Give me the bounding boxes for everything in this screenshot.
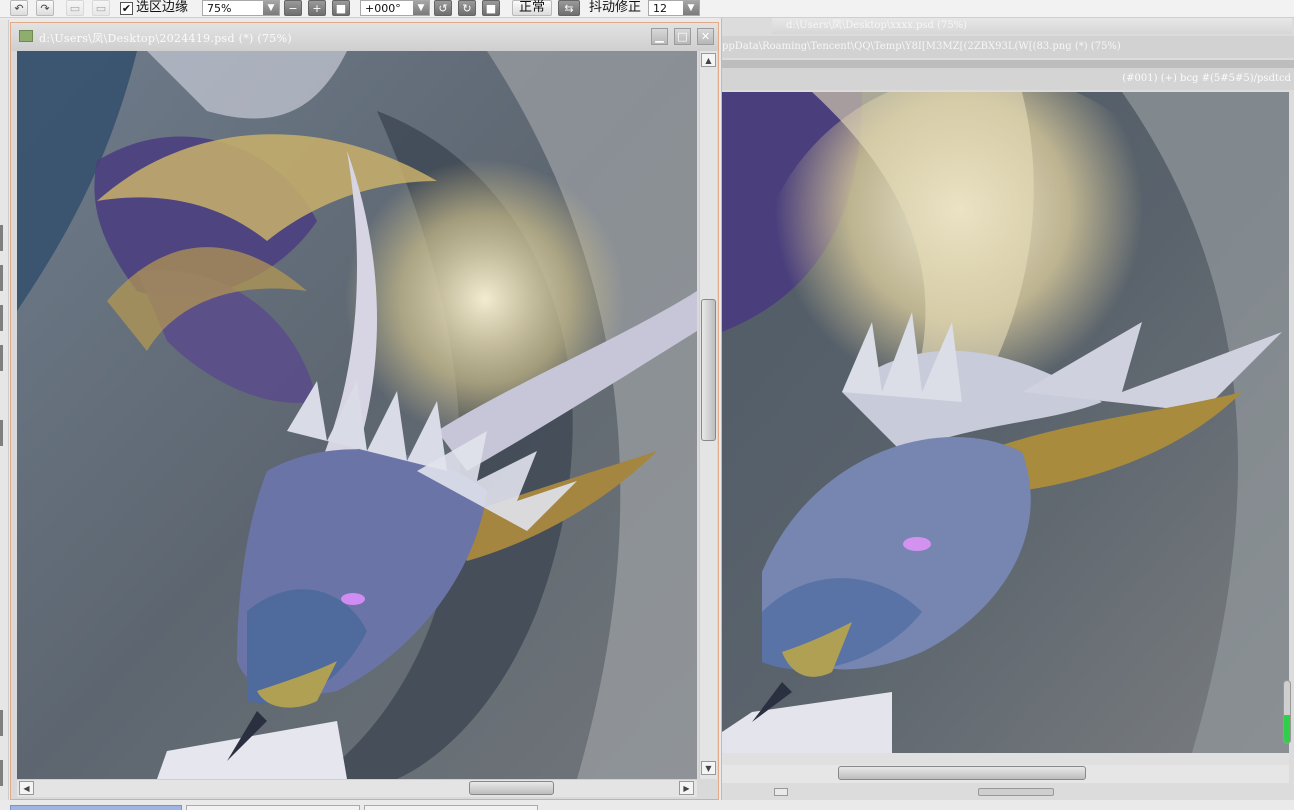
checkmark-icon: ✔ — [121, 1, 132, 15]
deselect-button[interactable]: ▭ — [66, 0, 84, 16]
document-title-bar[interactable]: d:\Users\凤\Desktop\2024419.psd (*) (75%)… — [11, 23, 718, 51]
strip-marker — [0, 760, 3, 786]
minimize-icon: ▁ — [655, 30, 664, 43]
bottom-tab-strip — [0, 800, 1294, 810]
reset-icon: ■ — [335, 1, 347, 15]
chevron-down-icon[interactable]: ▼ — [263, 1, 279, 15]
stabilizer-label: 抖动修正 — [589, 0, 642, 15]
close-icon: ✕ — [700, 30, 711, 43]
dragon-artwork — [17, 51, 697, 779]
selection-edge-toggle[interactable]: ✔ 选区边缘 — [120, 0, 188, 16]
stabilizer-value: 12 — [653, 1, 667, 15]
reference-gap — [722, 753, 1289, 765]
scroll-right-button[interactable]: ▶ — [679, 781, 694, 795]
reference-horizontal-scrollbar[interactable] — [722, 765, 1289, 783]
zoom-in-button[interactable]: + — [308, 0, 326, 16]
selection-edge-label: 选区边缘 — [136, 0, 189, 15]
maximize-icon: □ — [677, 30, 688, 43]
deselect-icon: ▭ — [69, 1, 81, 15]
vertical-scrollbar[interactable]: ▲ ▼ — [699, 51, 717, 779]
undo-icon: ↶ — [14, 1, 24, 15]
undo-button[interactable]: ↶ — [10, 0, 28, 16]
tab-document-3[interactable] — [364, 805, 538, 810]
reference-window: d:\Users\凤\Desktop\xxxx.psd (75%) ppData… — [721, 18, 1294, 800]
minus-icon: − — [288, 1, 298, 15]
rotate-left-button[interactable]: ↺ — [434, 0, 452, 16]
chevron-down-icon[interactable]: ▼ — [683, 1, 699, 15]
rotation-select[interactable]: +000° ▼ — [360, 0, 430, 16]
close-button[interactable]: ✕ — [697, 28, 714, 45]
tab-document-2[interactable] — [186, 805, 360, 810]
reset-icon: ■ — [485, 1, 497, 15]
invert-selection-icon: ▭ — [95, 1, 107, 15]
reference-slider-fill — [1284, 715, 1290, 743]
strip-marker — [0, 225, 3, 251]
blend-mode-button[interactable]: 正常 — [512, 0, 553, 16]
reference-mini-button[interactable] — [774, 788, 788, 796]
rotate-reset-button[interactable]: ■ — [482, 0, 500, 16]
zoom-value: 75% — [207, 1, 232, 15]
invert-selection-button[interactable]: ▭ — [92, 0, 110, 16]
vertical-scroll-thumb[interactable] — [701, 299, 716, 441]
document-title: d:\Users\凤\Desktop\2024419.psd (*) (75%) — [39, 32, 292, 45]
arrow-left-icon: ◀ — [23, 783, 30, 793]
strip-marker — [0, 710, 3, 736]
zoom-reset-button[interactable]: ■ — [332, 0, 350, 16]
flip-horizontal-button[interactable]: ⇆ — [558, 0, 580, 16]
rotate-right-button[interactable]: ↻ — [458, 0, 476, 16]
rotate-left-icon: ↺ — [438, 1, 448, 15]
arrow-down-icon: ▼ — [705, 763, 712, 773]
redo-icon: ↷ — [40, 1, 50, 15]
reference-artwork — [722, 92, 1289, 753]
strip-marker — [0, 420, 3, 446]
reference-scroll-thumb[interactable] — [838, 766, 1086, 780]
reference-slider[interactable] — [1283, 680, 1291, 744]
reference-bottom-bar — [722, 785, 1294, 800]
plus-icon: + — [312, 1, 322, 15]
redo-button[interactable]: ↷ — [36, 0, 54, 16]
arrow-up-icon: ▲ — [705, 55, 712, 65]
chevron-down-icon[interactable]: ▼ — [413, 1, 429, 15]
flip-icon: ⇆ — [564, 1, 574, 15]
rotate-right-icon: ↻ — [462, 1, 472, 15]
minimize-button[interactable]: ▁ — [651, 28, 668, 45]
reference-secondary-thumb[interactable] — [978, 788, 1054, 796]
artwork-canvas[interactable] — [17, 51, 697, 779]
rotation-value: +000° — [365, 1, 401, 15]
arrow-right-icon: ▶ — [683, 783, 690, 793]
reference-info: (#001) (+) bcg #(5#5#5)/psdtcd — [722, 68, 1294, 90]
strip-marker — [0, 265, 3, 291]
selection-edge-checkbox[interactable]: ✔ — [120, 1, 133, 15]
scroll-left-button[interactable]: ◀ — [19, 781, 34, 795]
strip-marker — [0, 345, 3, 371]
scroll-up-button[interactable]: ▲ — [701, 53, 716, 67]
horizontal-scrollbar[interactable]: ◀ ▶ — [17, 779, 697, 797]
document-window: d:\Users\凤\Desktop\2024419.psd (*) (75%)… — [10, 22, 719, 800]
tab-document-1[interactable] — [10, 805, 182, 810]
reference-canvas[interactable] — [722, 92, 1289, 753]
reference-separator — [722, 60, 1294, 68]
strip-marker — [0, 305, 3, 331]
reference-tab[interactable]: d:\Users\凤\Desktop\xxxx.psd (75%) — [772, 18, 1292, 34]
reference-path-title[interactable]: ppData\Roaming\Tencent\QQ\Temp\Y8I[M3MZ[… — [722, 36, 1294, 58]
main-toolbar: ↶ ↷ ▭ ▭ ✔ 选区边缘 75% ▼ − + ■ +000° ▼ ↺ ↻ ■… — [0, 0, 1294, 18]
zoom-select[interactable]: 75% ▼ — [202, 0, 280, 16]
zoom-out-button[interactable]: − — [284, 0, 302, 16]
document-icon — [19, 30, 33, 42]
scroll-down-button[interactable]: ▼ — [701, 761, 716, 775]
left-tool-strip — [0, 20, 9, 810]
maximize-button[interactable]: □ — [674, 28, 691, 45]
horizontal-scroll-thumb[interactable] — [469, 781, 554, 795]
stabilizer-select[interactable]: 12 ▼ — [648, 0, 700, 16]
